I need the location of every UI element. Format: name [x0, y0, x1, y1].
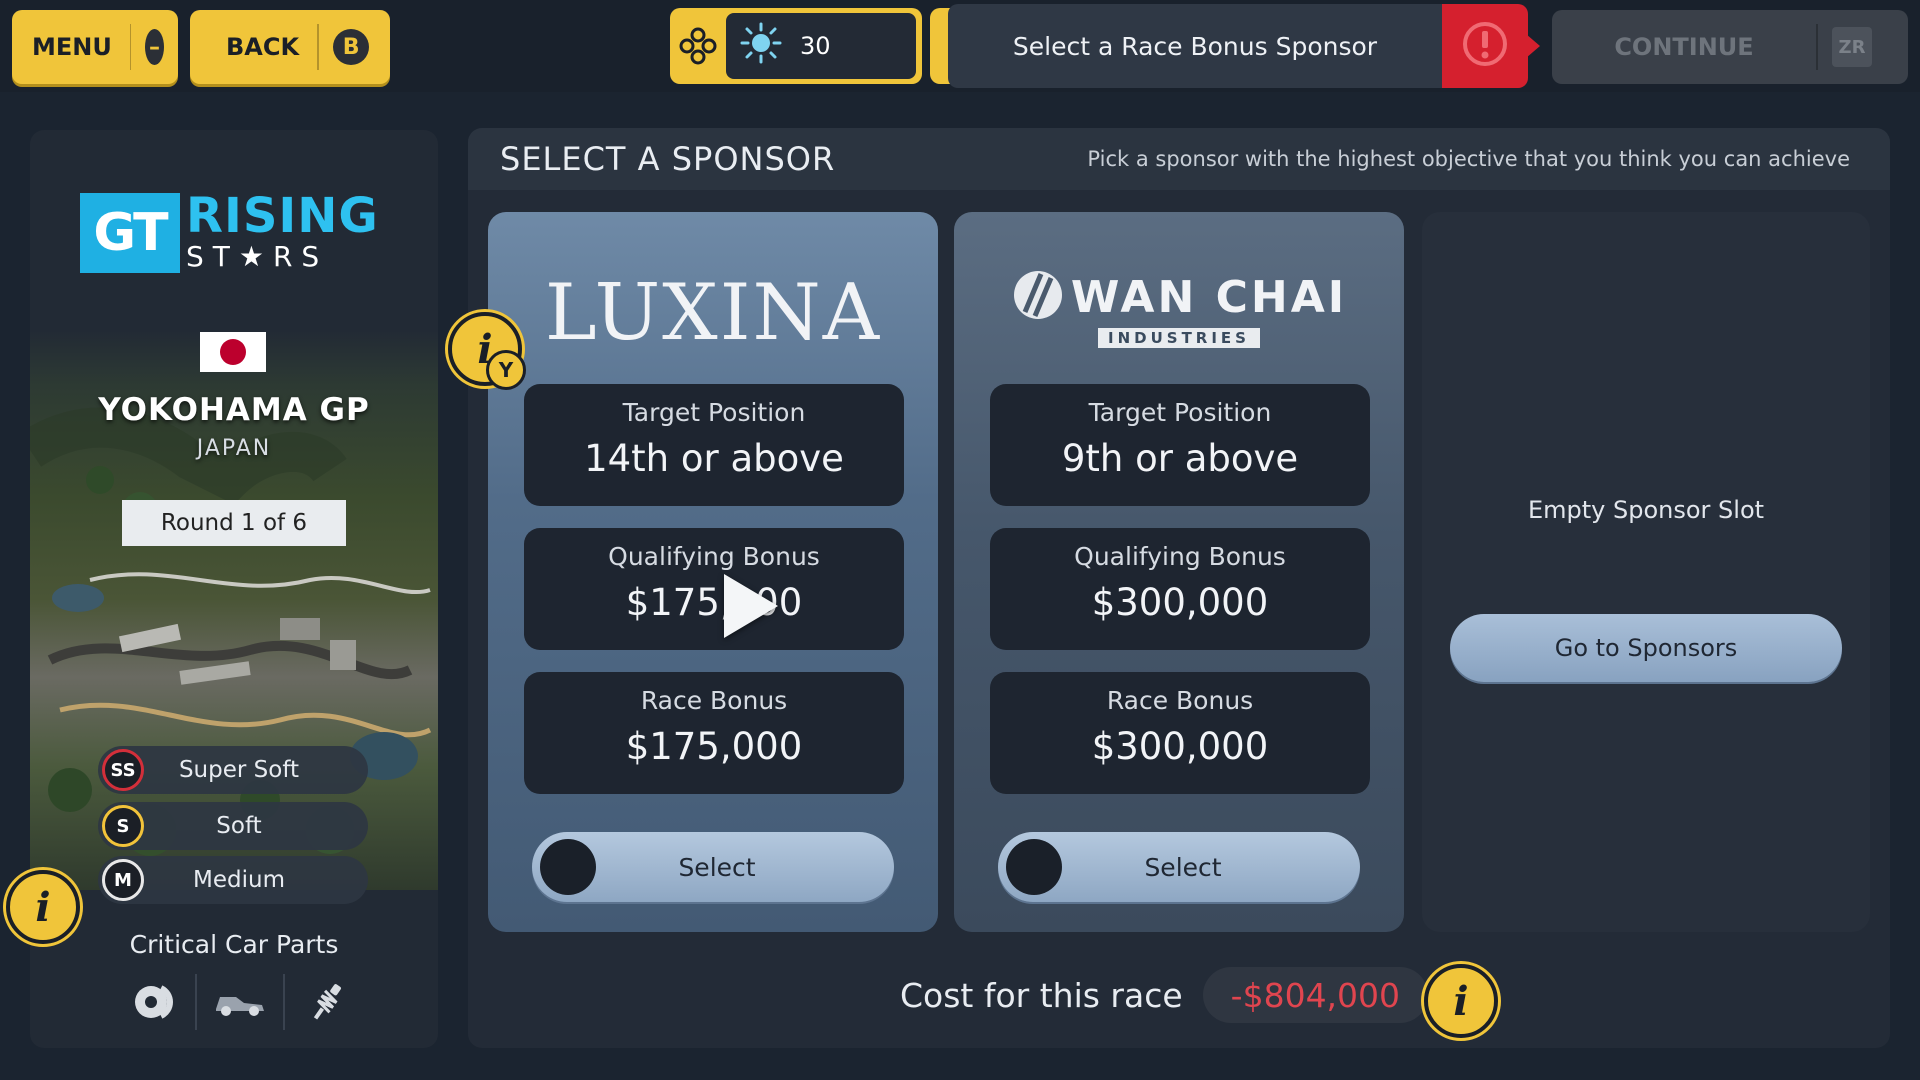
select-luxina-button[interactable]: Select [532, 832, 894, 902]
target-position: Target Position 14th or above [524, 384, 904, 506]
event-info-button[interactable]: i [6, 870, 80, 944]
critical-parts-title: Critical Car Parts [129, 930, 339, 959]
wan-chai-subtitle: INDUSTRIES [1098, 328, 1260, 348]
divider [129, 24, 131, 70]
tyre-soft: S Soft [98, 802, 368, 850]
logo-wordmark: RISING ST★RS [186, 192, 379, 274]
target-value: 9th or above [1061, 437, 1299, 480]
y-button-icon: Y [486, 350, 526, 390]
menu-label: MENU [32, 33, 112, 61]
qualifying-bonus: Qualifying Bonus $300,000 [990, 528, 1370, 650]
gt-logo-mark: GT [80, 193, 180, 273]
empty-sponsor-slot: Empty Sponsor Slot Go to Sponsors [1422, 212, 1870, 932]
sponsor-info-button[interactable]: i Y [448, 312, 526, 390]
menu-button[interactable]: MENU – [12, 10, 178, 84]
brake-icon [110, 982, 195, 1022]
counter-display: 30 [726, 13, 916, 79]
toggle-knob [1006, 839, 1062, 895]
tyre-medium: M Medium [98, 856, 368, 904]
wan-chai-emblem-icon [1011, 268, 1065, 326]
info-icon: i [1424, 964, 1498, 1038]
back-button[interactable]: BACK B [190, 10, 390, 84]
target-value: 14th or above [584, 437, 844, 480]
resource-counter[interactable]: 30 [670, 8, 922, 84]
luxina-logo: LUXINA [488, 268, 938, 358]
counter-value: 30 [800, 32, 831, 60]
sponsor-card-wan-chai[interactable]: WAN CHAI INDUSTRIES Target Position 9th … [954, 212, 1404, 932]
target-label: Target Position [1088, 398, 1272, 427]
toggle-knob [540, 839, 596, 895]
pointer-cursor-icon [724, 574, 778, 638]
select-label: Select [1144, 852, 1222, 882]
cost-value: -$804,000 [1202, 967, 1429, 1023]
qualifying-value: $300,000 [1091, 581, 1269, 624]
divider [1816, 24, 1818, 70]
logo-rising: RISING [186, 188, 379, 244]
medium-tyre-icon: M [102, 859, 144, 901]
wan-chai-mark: WAN CHAI [954, 268, 1404, 326]
prompt-text: Select a Race Bonus Sponsor [1012, 31, 1378, 61]
race-value: $175,000 [625, 725, 803, 768]
qualifying-bonus: Qualifying Bonus $175,000 [524, 528, 904, 650]
logo-stars: ST★RS [186, 240, 329, 273]
divider [317, 24, 320, 70]
panel-header: SELECT A SPONSOR Pick a sponsor with the… [468, 128, 1890, 190]
tyre-name: Medium [193, 867, 285, 893]
race-cost: Cost for this race -$804,000 [900, 966, 1429, 1024]
critical-parts-list [110, 972, 370, 1032]
alert-pointer [1526, 34, 1540, 58]
round-indicator: Round 1 of 6 [122, 500, 346, 546]
empty-slot-label: Empty Sponsor Slot [1527, 496, 1765, 524]
car-body-icon [197, 987, 282, 1017]
cost-info-button[interactable]: i [1424, 964, 1498, 1038]
b-button-icon: B [333, 29, 370, 65]
race-value: $300,000 [1091, 725, 1269, 768]
super-soft-tyre-icon: SS [102, 749, 144, 791]
go-to-sponsors-button[interactable]: Go to Sponsors [1450, 614, 1842, 682]
tyre-name: Soft [216, 813, 262, 839]
flag-sun [220, 339, 246, 365]
wan-chai-wordmark: WAN CHAI [1070, 271, 1348, 323]
top-bar: MENU – BACK B 30 Select a Race Bonus Spo… [0, 0, 1920, 92]
continue-button[interactable]: CONTINUE ZR [1552, 10, 1908, 84]
target-label: Target Position [622, 398, 806, 427]
select-wan-chai-button[interactable]: Select [998, 832, 1360, 902]
select-label: Select [678, 852, 756, 882]
suspension-icon [285, 980, 370, 1024]
panel-title: SELECT A SPONSOR [500, 140, 836, 178]
sponsor-card-luxina[interactable]: LUXINA Target Position 14th or above Qua… [488, 212, 938, 932]
event-panel: GT RISING ST★RS YOKOHAMA GP JAPAN Round … [30, 130, 438, 1048]
alert-icon [1460, 19, 1510, 73]
info-icon: i Y [448, 312, 526, 390]
zr-button-icon: ZR [1832, 27, 1872, 67]
race-bonus: Race Bonus $300,000 [990, 672, 1370, 794]
panel-hint: Pick a sponsor with the highest objectiv… [1087, 147, 1850, 171]
event-name: YOKOHAMA GP [98, 392, 370, 428]
event-country: JAPAN [196, 436, 272, 461]
luxina-wordmark: LUXINA [544, 268, 882, 358]
race-label: Race Bonus [1106, 686, 1254, 715]
qualifying-label: Qualifying Bonus [1074, 542, 1286, 571]
gear-sun-icon [740, 22, 782, 70]
race-label: Race Bonus [640, 686, 788, 715]
target-position: Target Position 9th or above [990, 384, 1370, 506]
japan-flag [200, 332, 266, 372]
race-bonus: Race Bonus $175,000 [524, 672, 904, 794]
tyre-super-soft: SS Super Soft [98, 746, 368, 794]
hidden-button-edge [930, 8, 950, 84]
back-label: BACK [226, 33, 300, 61]
wan-chai-logo: WAN CHAI INDUSTRIES [954, 268, 1404, 348]
gamepad-icon [670, 26, 726, 66]
alert-badge [1442, 4, 1528, 88]
objective-prompt: Select a Race Bonus Sponsor [948, 4, 1442, 88]
soft-tyre-icon: S [102, 805, 144, 847]
continue-label: CONTINUE [1614, 33, 1754, 61]
info-icon: i [6, 870, 80, 944]
tyre-name: Super Soft [178, 757, 300, 783]
qualifying-value: $175,000 [625, 581, 803, 624]
cost-label: Cost for this race [900, 975, 1183, 1015]
minus-button-icon: – [144, 29, 164, 65]
qualifying-label: Qualifying Bonus [608, 542, 820, 571]
gt-rising-stars-logo: GT RISING ST★RS [80, 192, 379, 274]
